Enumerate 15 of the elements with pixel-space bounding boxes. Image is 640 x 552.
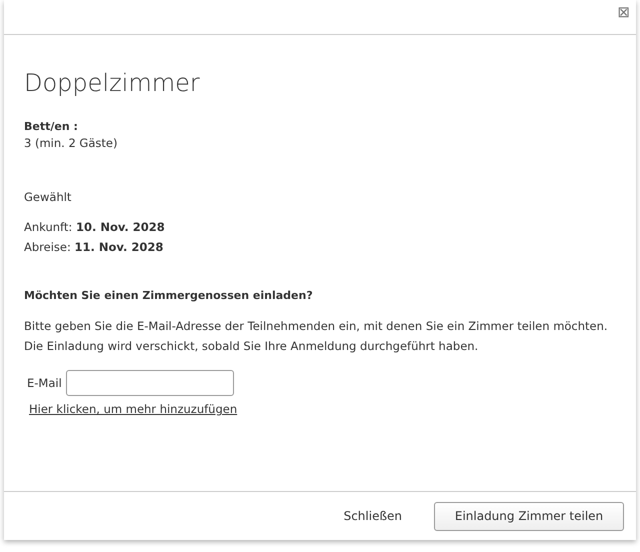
invite-text: Die Einladung wird verschickt, sobald Sie Ihre Anmeldung durchgeführt haben. (24, 338, 480, 355)
invite-text: Bitte geben Sie die E-Mail-Adresse der Teilnehmenden ein, mit denen Sie ein Zimmer teilen möchten. (24, 318, 609, 335)
email-label: E-Mail (27, 376, 62, 390)
beds-value: 3 (min. 2 Gäste) (24, 135, 118, 152)
selected-label: Gewählt (24, 189, 72, 206)
invite-heading: Möchten Sie einen Zimmergenossen einladen? (24, 289, 314, 302)
email-field[interactable] (66, 370, 234, 396)
date-text: Ankunft: 10. Nov. 2028 (24, 219, 166, 236)
dialog-title: Doppelzimmer (24, 68, 201, 98)
beds-label: Bett/en : (24, 120, 79, 133)
close-icon[interactable]: ⊠ (617, 5, 630, 20)
share-button[interactable]: Einladung Zimmer teilen (434, 502, 624, 530)
add-more-link[interactable]: Hier klicken, um mehr hinzuzufügen (29, 402, 238, 416)
close-button[interactable]: Schließen (338, 508, 408, 524)
date-text: Abreise: 11. Nov. 2028 (24, 239, 164, 256)
